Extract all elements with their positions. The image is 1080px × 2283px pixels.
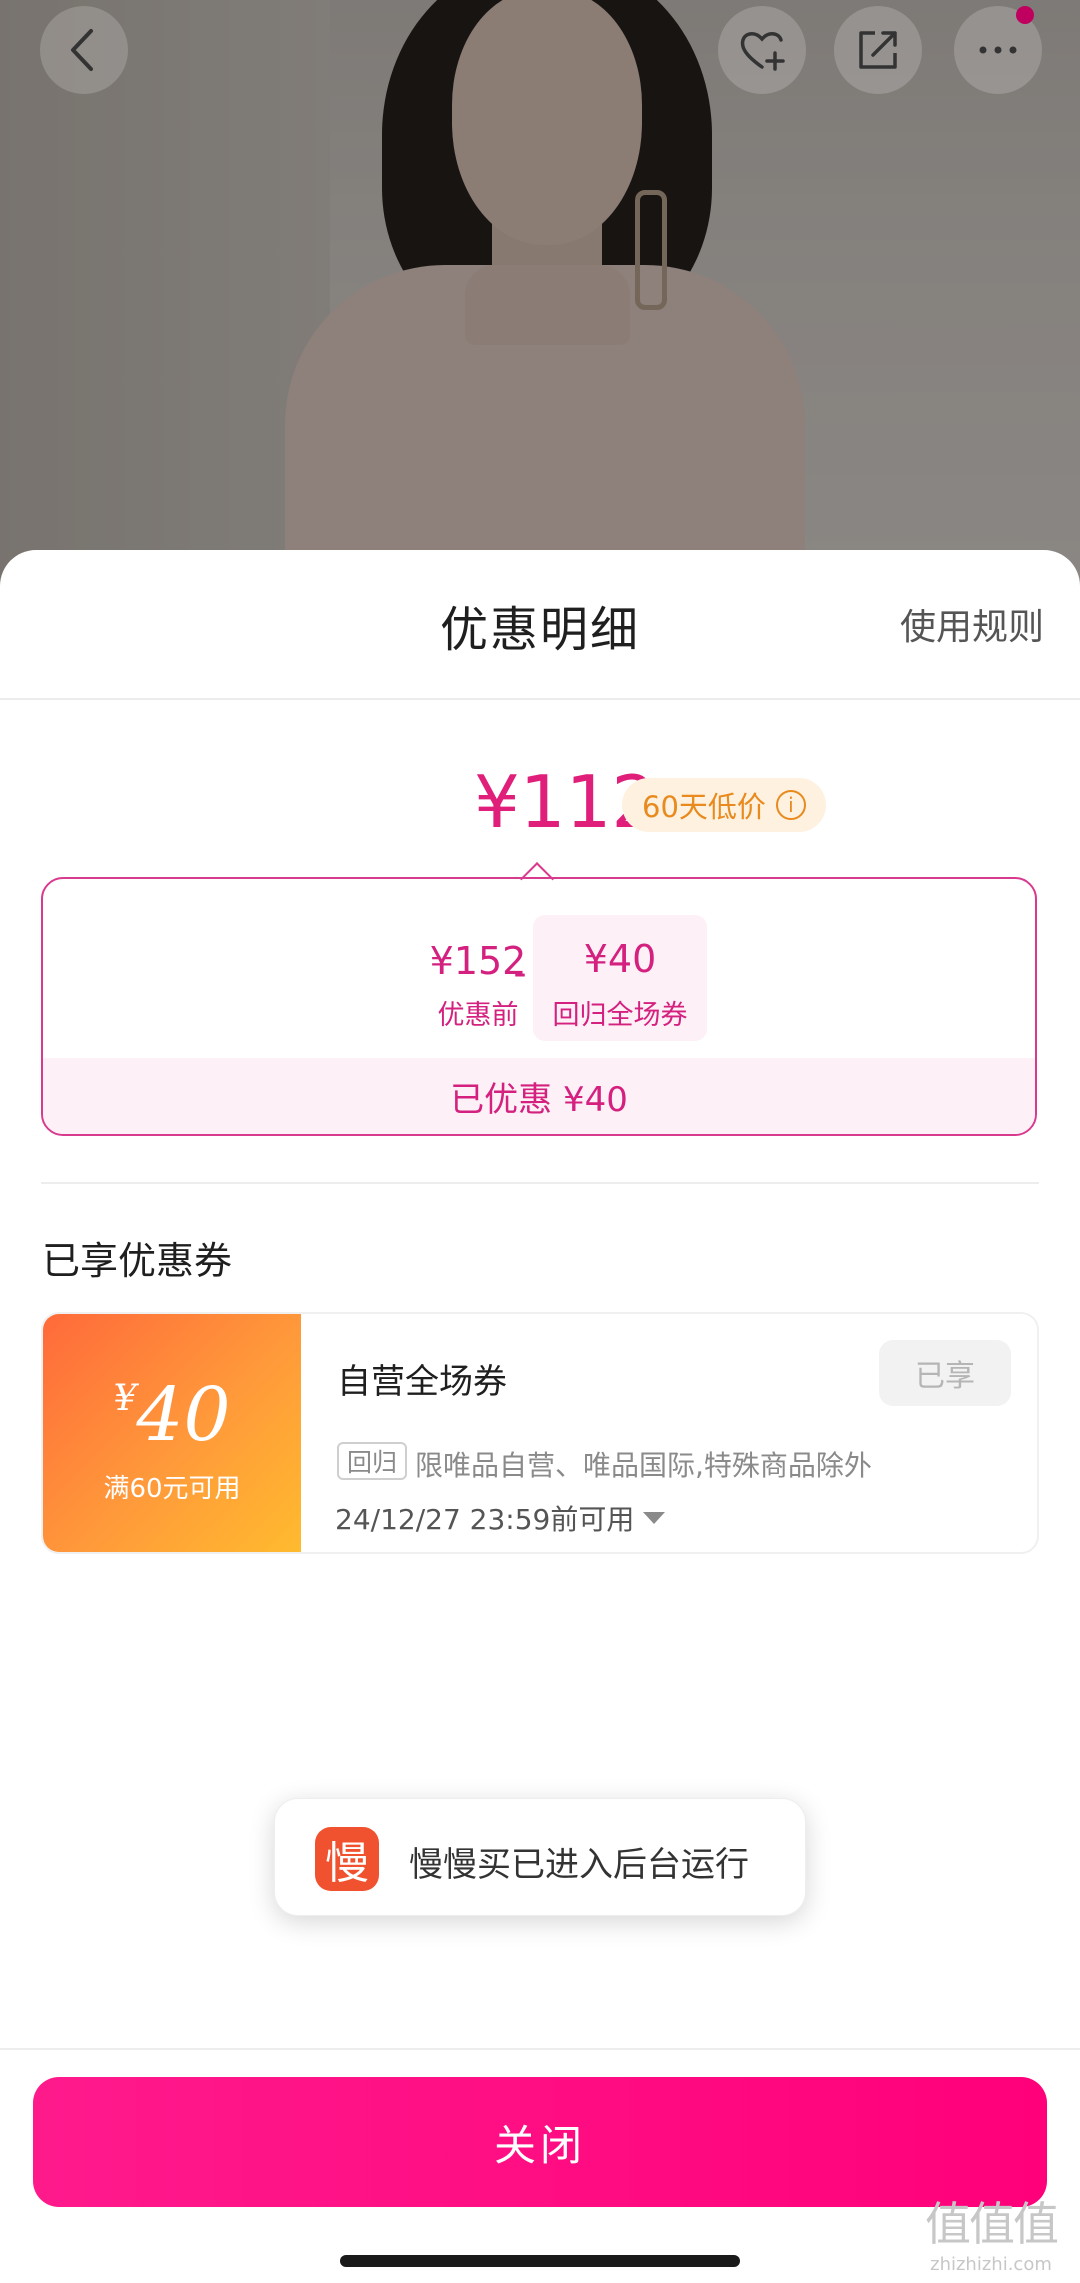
heart-plus-icon [740, 32, 785, 71]
divider [0, 2048, 1080, 2050]
notification-dot [1016, 6, 1034, 24]
discount-item: ¥40 回归全场券 [533, 915, 707, 1041]
chevron-left-icon [71, 29, 93, 71]
share-button[interactable] [834, 6, 922, 94]
minus-sign: - [513, 953, 527, 994]
discount-label: 回归全场券 [552, 1000, 688, 1031]
coupon-tag: 回归 [337, 1442, 408, 1480]
total-saved: 已优惠 ¥40 [43, 1058, 1035, 1134]
discount-amount: ¥40 [583, 937, 657, 981]
divider [41, 1182, 1039, 1184]
watermark-url: zhizhizhi.com [930, 2254, 1052, 2275]
divider [0, 698, 1080, 700]
app-logo-icon: 慢 [315, 1827, 379, 1891]
coupon-card[interactable]: ¥40 满60元可用 自营全场券 已享 回归 限唯品自营、唯品国际,特殊商品除外… [41, 1312, 1039, 1554]
info-icon: i [775, 790, 806, 820]
watermark: 值值值 zhizhizhi.com [916, 2188, 1066, 2275]
favorite-button[interactable] [718, 6, 806, 94]
usage-rules-link[interactable]: 使用规则 [900, 598, 1044, 650]
coupon-amount: ¥40 [113, 1372, 231, 1458]
low-price-label: 60天低价 [642, 790, 766, 824]
discount-detail-sheet: 优惠明细 使用规则 ¥112 60天低价 i ¥152 优惠前 - ¥40 回归… [0, 550, 1080, 2283]
low-price-badge[interactable]: 60天低价 i [622, 778, 826, 832]
coupon-name: 自营全场券 [337, 1362, 507, 1402]
coupon-scope: 限唯品自营、唯品国际,特殊商品除外 [415, 1449, 872, 1482]
share-icon [859, 31, 897, 69]
close-button[interactable]: 关闭 [33, 2077, 1047, 2207]
watermark-logo: 值值值 [925, 2197, 1059, 2251]
coupon-condition: 满60元可用 [103, 1474, 241, 1504]
more-dots-icon [979, 46, 1017, 54]
coupon-perforation [295, 1314, 307, 1552]
toast-message: 慢慢买已进入后台运行 [409, 1845, 749, 1885]
coupon-status-button[interactable]: 已享 [879, 1340, 1011, 1406]
home-indicator[interactable] [340, 2255, 740, 2267]
back-button[interactable] [40, 6, 128, 94]
modal-overlay[interactable] [0, 0, 1080, 600]
coupons-section-title: 已享优惠券 [42, 1239, 233, 1283]
coupon-expiry[interactable]: 24/12/27 23:59前可用 [335, 1498, 634, 1538]
price-breakdown: ¥152 优惠前 - ¥40 回归全场券 已优惠 ¥40 [41, 877, 1037, 1136]
background-toast: 慢 慢慢买已进入后台运行 [274, 1798, 806, 1916]
coupon-value-panel: ¥40 满60元可用 [43, 1314, 301, 1552]
chevron-down-icon[interactable] [643, 1512, 665, 1524]
